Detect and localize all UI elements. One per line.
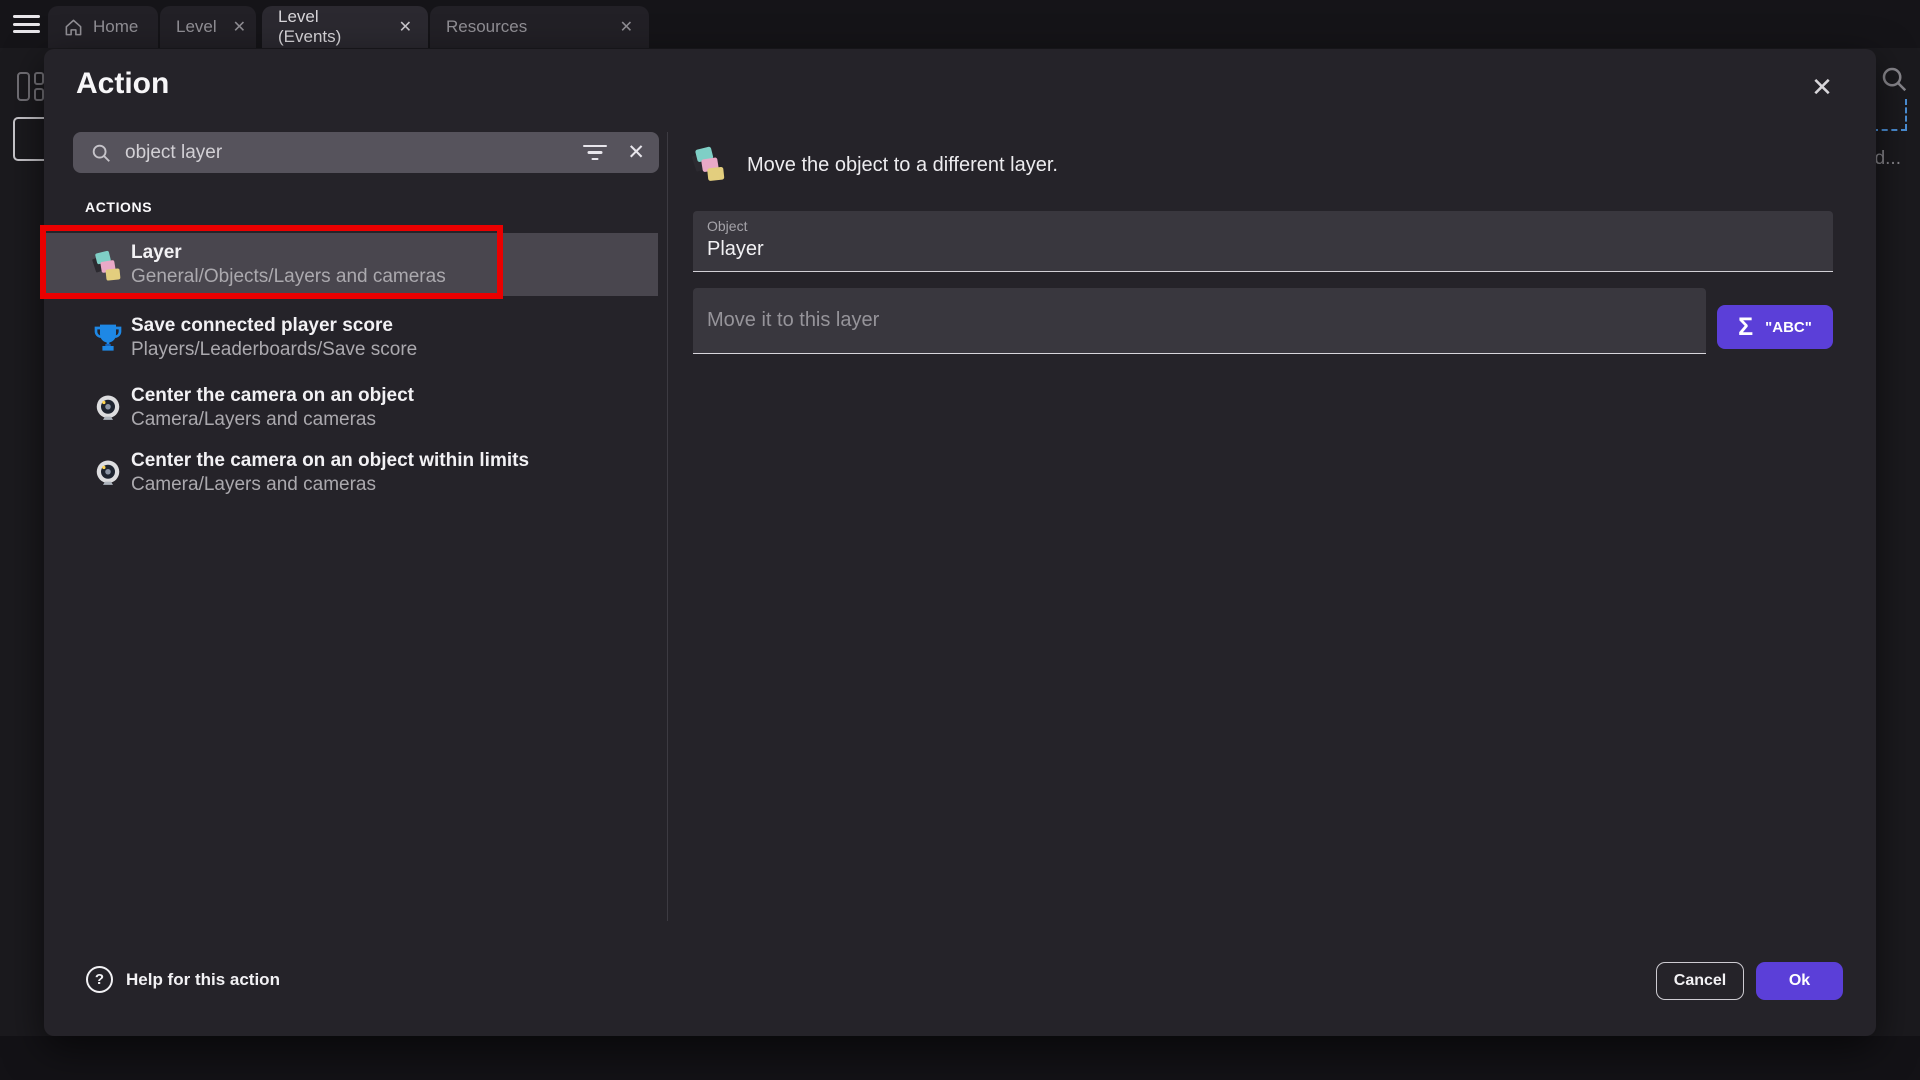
close-icon[interactable]: ✕	[399, 17, 412, 37]
tab-level[interactable]: Level ✕	[160, 6, 256, 48]
action-path: Camera/Layers and cameras	[131, 473, 529, 497]
action-list-item-center-camera-limits[interactable]: Center the camera on an object within li…	[44, 440, 658, 505]
home-icon	[64, 18, 83, 37]
search-input[interactable]	[125, 142, 583, 164]
close-icon[interactable]: ✕	[620, 17, 633, 37]
expression-button-label: "ABC"	[1765, 319, 1812, 336]
help-icon: ?	[86, 966, 113, 993]
tab-label: Level	[176, 17, 217, 37]
filter-icon[interactable]	[583, 145, 607, 161]
tab-label: Home	[93, 17, 138, 37]
clear-search-icon[interactable]: ✕	[627, 140, 645, 165]
action-title: Center the camera on an object	[131, 384, 414, 408]
app-window: dd... Home Level ✕ Level (Events) ✕ Reso…	[0, 0, 1920, 1080]
action-path: Camera/Layers and cameras	[131, 408, 414, 432]
layers-icon	[93, 250, 123, 280]
object-field-label: Object	[707, 218, 747, 234]
tab-label: Level (Events)	[278, 7, 383, 47]
dashed-selection-outline	[1872, 129, 1907, 131]
close-icon[interactable]: ✕	[1804, 69, 1840, 105]
action-title: Center the camera on an object within li…	[131, 449, 529, 473]
webcam-icon	[93, 458, 123, 488]
action-list-item-center-camera[interactable]: Center the camera on an object Camera/La…	[44, 375, 658, 440]
panels-layout-icon[interactable]	[17, 70, 47, 104]
layer-input[interactable]	[707, 288, 1687, 352]
action-path: General/Objects/Layers and cameras	[131, 265, 446, 289]
tab-home[interactable]: Home	[48, 6, 158, 48]
tab-label: Resources	[446, 17, 527, 37]
dashed-selection-outline	[1905, 99, 1907, 130]
action-title: Layer	[131, 241, 446, 265]
actions-section-header: ACTIONS	[85, 199, 152, 215]
search-icon[interactable]	[1879, 64, 1909, 94]
action-list-item-layer[interactable]: Layer General/Objects/Layers and cameras	[44, 233, 658, 296]
action-dialog: Action ✕ ✕ ACTIONS Layer General/Objects…	[44, 49, 1876, 1036]
webcam-icon	[93, 393, 123, 423]
tab-resources[interactable]: Resources ✕	[430, 6, 649, 48]
object-field-value: Player	[707, 238, 764, 261]
panel-divider	[667, 132, 668, 921]
trophy-icon	[92, 321, 124, 355]
action-search-bar: ✕	[73, 132, 659, 173]
layers-icon	[693, 146, 728, 181]
close-icon[interactable]: ✕	[233, 17, 246, 37]
search-icon	[90, 142, 112, 164]
ok-button[interactable]: Ok	[1756, 962, 1843, 1000]
action-list-item-save-score[interactable]: Save connected player score Players/Lead…	[44, 304, 658, 372]
action-path: Players/Leaderboards/Save score	[131, 338, 417, 362]
action-title: Save connected player score	[131, 314, 417, 338]
object-field[interactable]: Object Player	[693, 211, 1833, 272]
tab-bar: Home Level ✕ Level (Events) ✕ Resources …	[0, 0, 1920, 48]
background-bottom	[0, 1036, 1920, 1080]
tab-level-events[interactable]: Level (Events) ✕	[262, 6, 428, 48]
help-link[interactable]: ? Help for this action	[86, 966, 280, 993]
sigma-icon: Σ	[1738, 315, 1753, 340]
dialog-title: Action	[76, 67, 169, 101]
cancel-button[interactable]: Cancel	[1656, 962, 1744, 1000]
layer-field	[693, 288, 1706, 354]
expression-editor-button[interactable]: Σ "ABC"	[1717, 305, 1833, 349]
help-label: Help for this action	[126, 970, 280, 990]
menu-icon[interactable]	[13, 15, 40, 33]
action-description: Move the object to a different layer.	[747, 154, 1058, 177]
